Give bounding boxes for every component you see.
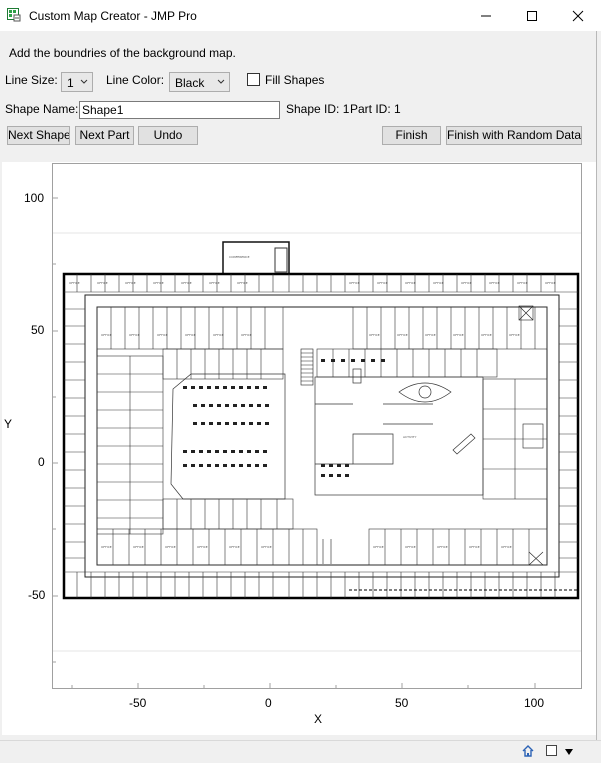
svg-text:OFFICE: OFFICE [489, 281, 500, 285]
svg-text:OFFICE: OFFICE [237, 281, 248, 285]
x-tick-label: 0 [265, 696, 272, 710]
x-tick-label: -50 [129, 696, 147, 710]
x-tick-label: 50 [395, 696, 409, 710]
maximize-icon [527, 11, 537, 21]
plot-svg[interactable]: OFFICE OFFICE OFFICE OFFICE OFFICE OFFICE OFFI… [53, 164, 581, 688]
window-title: Custom Map Creator - JMP Pro [29, 9, 197, 23]
y-tick-label: 100 [24, 191, 45, 205]
svg-text:OFFICE: OFFICE [209, 281, 220, 285]
floor-plan-image: OFFICE OFFICE OFFICE OFFICE OFFICE OFFICE OFFI… [53, 232, 581, 652]
svg-text:OFFICE: OFFICE [405, 545, 416, 549]
x-tick-label: 100 [524, 696, 545, 710]
line-size-label: Line Size: [5, 73, 58, 87]
svg-text:OFFICE: OFFICE [69, 281, 80, 285]
svg-text:OFFICE: OFFICE [369, 333, 380, 337]
home-icon[interactable] [521, 744, 535, 761]
window-square-icon[interactable] [545, 744, 558, 760]
title-bar: Custom Map Creator - JMP Pro [0, 0, 601, 32]
window-frame-edge [596, 31, 597, 740]
svg-text:OFFICE: OFFICE [481, 333, 492, 337]
chevron-down-icon [80, 79, 88, 84]
svg-text:CONFERENCE: CONFERENCE [229, 255, 250, 259]
svg-text:OFFICE: OFFICE [157, 333, 168, 337]
svg-text:OFFICE: OFFICE [181, 281, 192, 285]
close-button[interactable] [555, 0, 601, 31]
x-axis-title: X [314, 712, 323, 726]
svg-text:OFFICE: OFFICE [501, 545, 512, 549]
y-tick-label: 50 [31, 323, 45, 337]
next-part-button[interactable]: Next Part [75, 126, 134, 145]
shape-name-label: Shape Name: [5, 102, 79, 116]
finish-button[interactable]: Finish [382, 126, 441, 145]
shape-id-text: Shape ID: 1 [286, 102, 350, 116]
svg-text:OFFICE: OFFICE [517, 281, 528, 285]
chevron-down-icon [217, 79, 225, 84]
finish-random-data-button[interactable]: Finish with Random Data [446, 126, 582, 145]
line-size-select[interactable]: 1 [61, 72, 93, 92]
line-color-select[interactable]: Black [169, 72, 230, 92]
svg-text:OFFICE: OFFICE [213, 333, 224, 337]
svg-text:OFFICE: OFFICE [461, 281, 472, 285]
svg-text:OFFICE: OFFICE [129, 333, 140, 337]
svg-text:OFFICE: OFFICE [453, 333, 464, 337]
fill-shapes-checkbox[interactable] [247, 73, 260, 86]
line-color-value: Black [175, 76, 205, 90]
svg-text:OFFICE: OFFICE [425, 333, 436, 337]
maximize-button[interactable] [509, 0, 555, 31]
minimize-icon [481, 15, 491, 17]
svg-text:OFFICE: OFFICE [97, 281, 108, 285]
fill-shapes-label[interactable]: Fill Shapes [265, 73, 324, 87]
instructions-text: Add the boundries of the background map. [9, 46, 236, 60]
close-icon [572, 10, 584, 22]
svg-text:OFFICE: OFFICE [241, 333, 252, 337]
svg-text:OFFICE: OFFICE [509, 333, 520, 337]
next-shape-button[interactable]: Next Shape [7, 126, 70, 145]
minimize-button[interactable] [463, 0, 509, 31]
svg-text:OFFICE: OFFICE [377, 281, 388, 285]
y-tick-label: -50 [28, 588, 46, 602]
line-size-value: 1 [67, 76, 74, 90]
svg-text:OFFICE: OFFICE [433, 281, 444, 285]
jmp-app-icon [7, 8, 21, 22]
svg-text:OFFICE: OFFICE [165, 545, 176, 549]
svg-text:OFFICE: OFFICE [397, 333, 408, 337]
svg-text:OFFICE: OFFICE [101, 545, 112, 549]
svg-text:OFFICE: OFFICE [349, 281, 360, 285]
plot-frame[interactable]: OFFICE OFFICE OFFICE OFFICE OFFICE OFFICE OFFI… [52, 163, 582, 689]
svg-text:OFFICE: OFFICE [133, 545, 144, 549]
shape-name-input[interactable]: Shape1 [79, 101, 280, 119]
svg-text:OFFICE: OFFICE [437, 545, 448, 549]
y-axis-title: Y [4, 417, 13, 431]
svg-text:OFFICE: OFFICE [261, 545, 272, 549]
part-id-text: Part ID: 1 [350, 102, 401, 116]
svg-text:OFFICE: OFFICE [373, 545, 384, 549]
svg-text:OFFICE: OFFICE [405, 281, 416, 285]
line-color-label: Line Color: [106, 73, 165, 87]
svg-text:OFFICE: OFFICE [545, 281, 556, 285]
dropdown-arrow-icon[interactable] [564, 746, 574, 760]
svg-text:OFFICE: OFFICE [229, 545, 240, 549]
svg-text:OFFICE: OFFICE [101, 333, 112, 337]
svg-text:OFFICE: OFFICE [153, 281, 164, 285]
svg-text:OFFICE: OFFICE [197, 545, 208, 549]
undo-button[interactable]: Undo [138, 126, 198, 145]
status-bar [0, 740, 601, 763]
svg-text:OFFICE: OFFICE [125, 281, 136, 285]
svg-text:ACTIVITY: ACTIVITY [403, 435, 417, 439]
svg-text:OFFICE: OFFICE [469, 545, 480, 549]
y-tick-label: 0 [38, 455, 45, 469]
svg-text:OFFICE: OFFICE [185, 333, 196, 337]
